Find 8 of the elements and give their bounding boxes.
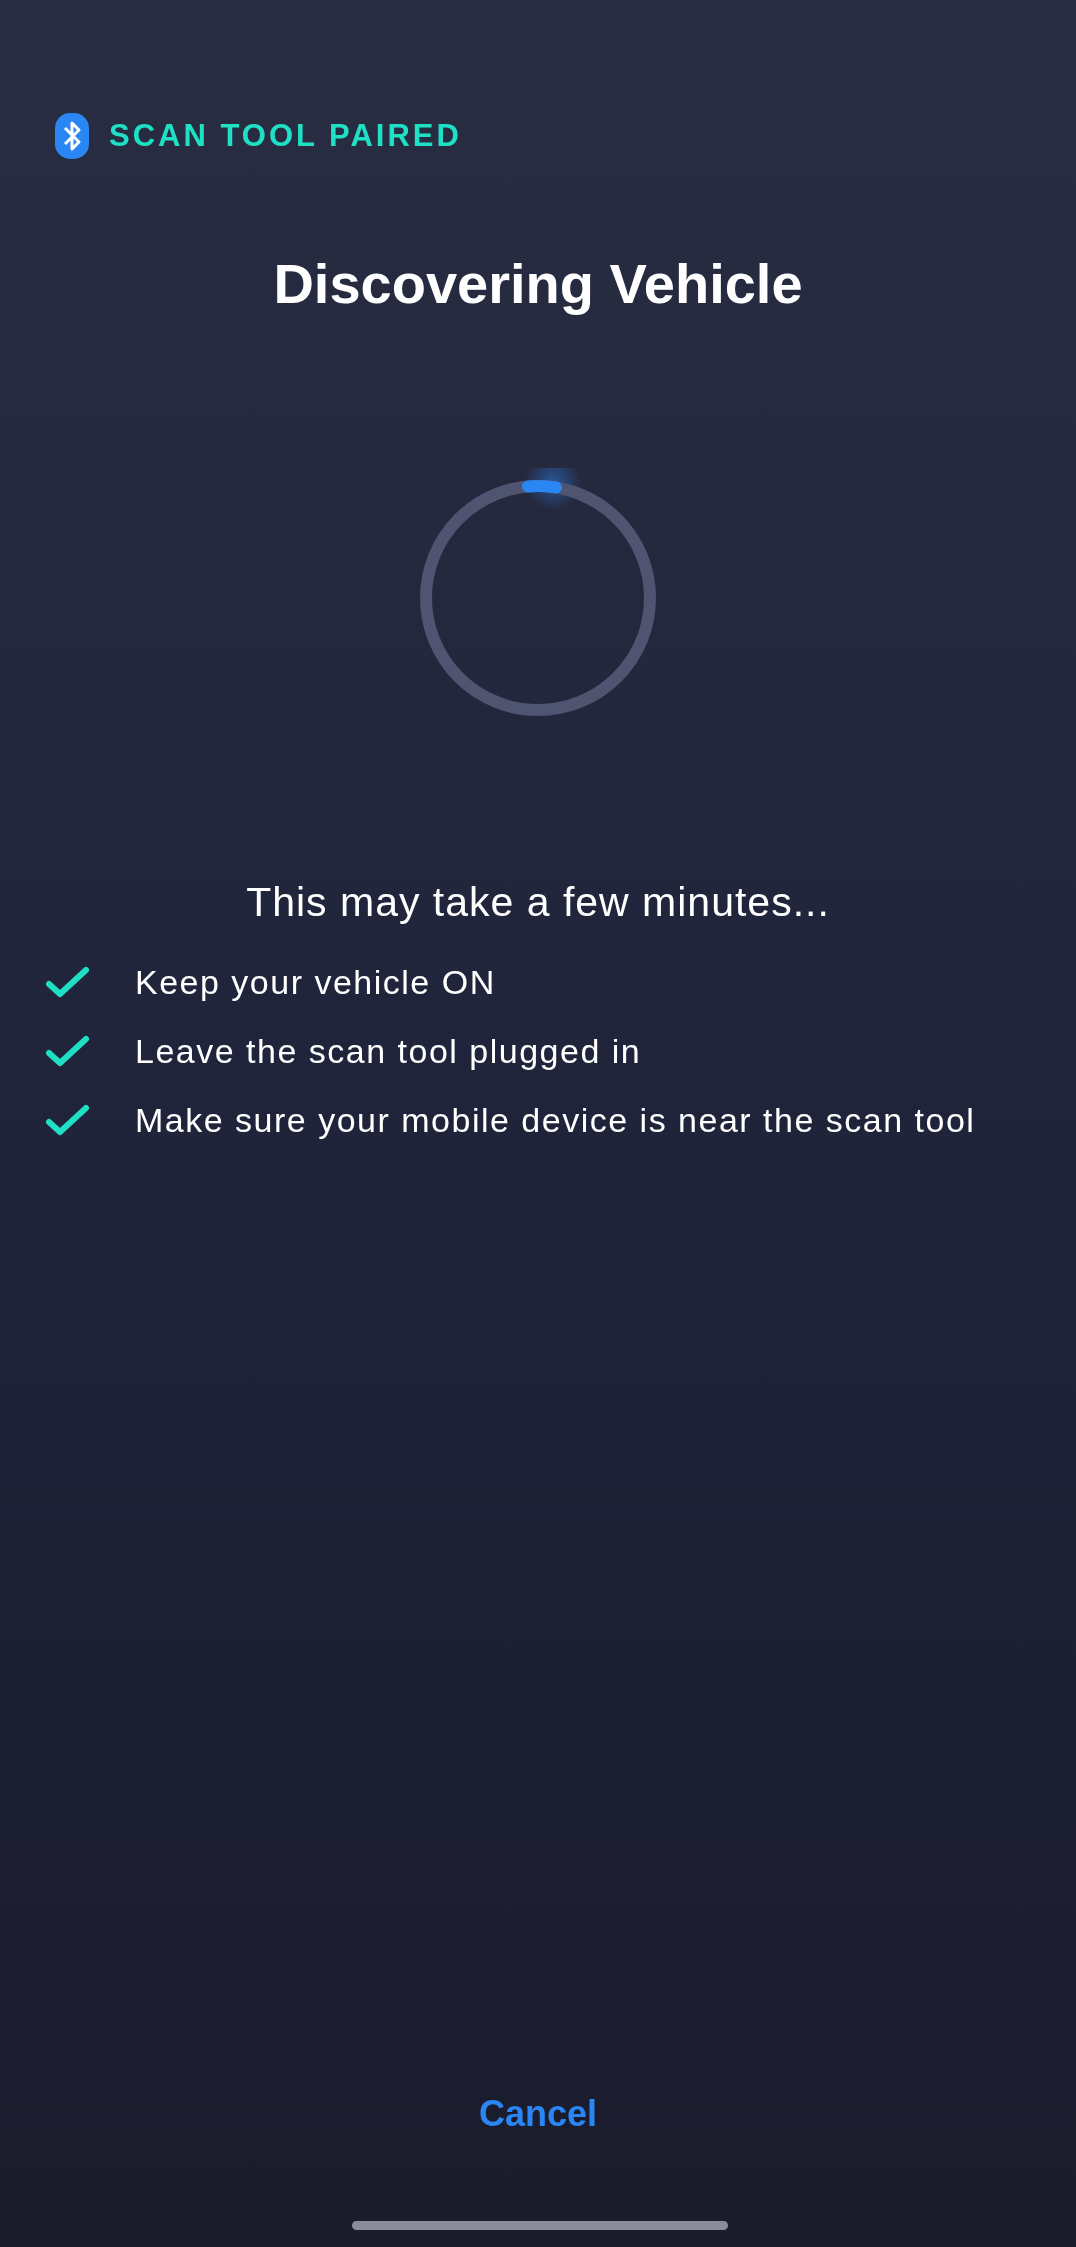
checklist-item: Make sure your mobile device is near the scan tool <box>135 1100 976 1141</box>
cancel-button[interactable]: Cancel <box>462 2079 614 2149</box>
page-title: Discovering Vehicle <box>272 250 804 317</box>
bluetooth-icon <box>55 113 89 160</box>
checklist-item: Leave the scan tool plugged in <box>135 1031 642 1072</box>
info-message: This may take a few minutes... <box>245 877 831 927</box>
checklist-item: Keep your vehicle ON <box>135 962 496 1003</box>
status-label: SCAN TOOL PAIRED <box>109 117 462 155</box>
